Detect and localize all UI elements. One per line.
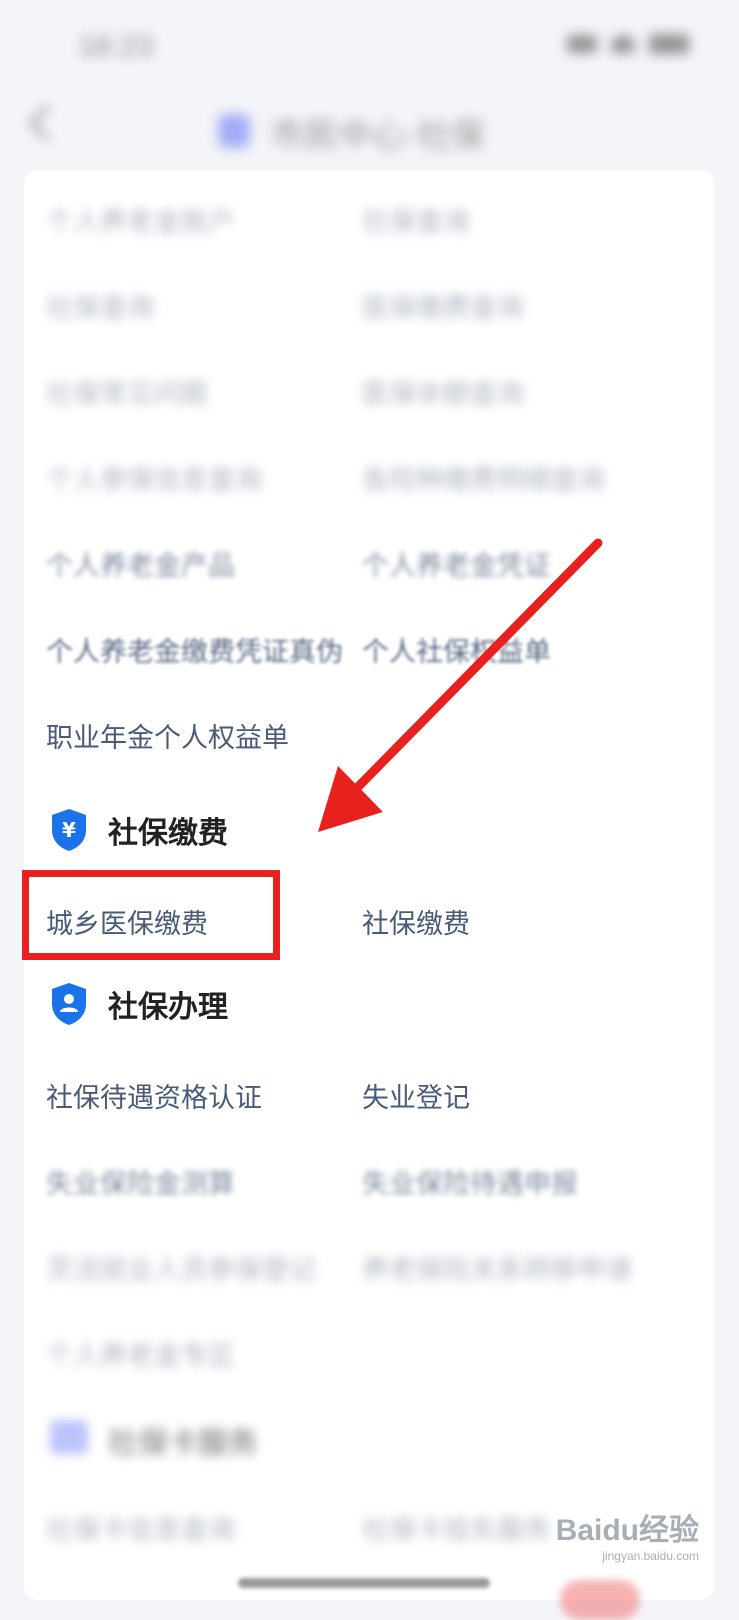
section-title-card: 社保卡服务 (108, 1426, 258, 1461)
service-item[interactable]: 个人养老金产品 (46, 544, 235, 583)
service-item[interactable]: 个人养老金凭证 (362, 544, 551, 583)
shield-person-icon (52, 983, 86, 1025)
shield-yuan-icon: ¥ (52, 809, 86, 851)
service-item[interactable]: 社保查询 (362, 200, 470, 239)
service-item[interactable]: 社保查询 (46, 286, 154, 325)
service-item[interactable]: 个人养老金专区 (46, 1334, 235, 1373)
status-bar: 16:23 (0, 0, 739, 90)
home-indicator[interactable] (238, 1578, 490, 1588)
highlight-box (22, 870, 280, 960)
service-item[interactable]: 灵活就业人员参保登记 (46, 1248, 316, 1287)
status-time: 16:23 (78, 30, 154, 63)
social-security-pay-item[interactable]: 社保缴费 (362, 902, 470, 941)
corner-badge (560, 1580, 640, 1620)
signal-icon (567, 35, 597, 53)
watermark-logo: Baidu经验 jingyan.baidu.com (555, 1514, 699, 1563)
service-item[interactable]: 个人养老金缴费凭证真伪 (46, 630, 343, 669)
service-item[interactable]: 养老保险关系转移申请 (362, 1248, 632, 1287)
service-item[interactable]: 个人参保信息查询 (46, 458, 262, 497)
back-arrow-icon[interactable] (28, 104, 66, 142)
battery-icon (649, 34, 689, 54)
page-title: 市民中心·社保 (270, 116, 485, 156)
service-item[interactable]: 社保卡挂失服务 (362, 1508, 551, 1547)
service-item[interactable]: 个人养老金账户 (46, 200, 235, 239)
service-item[interactable]: 医保余额查询 (362, 372, 524, 411)
app-logo-icon (218, 114, 250, 148)
service-item[interactable]: 职业年金个人权益单 (46, 716, 289, 755)
service-item[interactable]: 社保卡信息查询 (46, 1508, 235, 1547)
service-item[interactable]: 社保常见问题 (46, 372, 208, 411)
card-service-icon (50, 1420, 88, 1454)
service-item[interactable]: 各险种缴费明细查询 (362, 458, 605, 497)
service-item[interactable]: 失业登记 (362, 1076, 470, 1115)
service-item[interactable]: 失业保险金测算 (46, 1162, 235, 1201)
nav-bar: 市民中心·社保 (0, 90, 739, 170)
svg-text:¥: ¥ (62, 818, 76, 842)
service-item[interactable]: 医保缴费查询 (362, 286, 524, 325)
wifi-icon (611, 35, 635, 53)
service-item[interactable]: 个人社保权益单 (362, 630, 551, 669)
service-item[interactable]: 社保待遇资格认证 (46, 1076, 262, 1115)
service-item[interactable]: 失业保险待遇申报 (362, 1162, 578, 1201)
section-title-pay: 社保缴费 (108, 816, 228, 851)
status-icons (567, 34, 689, 54)
section-title-handle: 社保办理 (108, 990, 228, 1025)
